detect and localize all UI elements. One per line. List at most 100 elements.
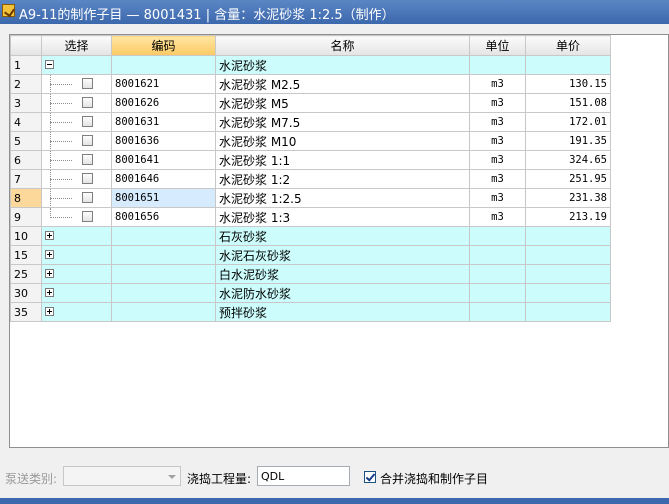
unit-cell[interactable] — [469, 55, 526, 75]
unit-column-header[interactable]: 单位 — [469, 35, 526, 56]
collapse-minus-icon[interactable] — [45, 60, 54, 69]
table-row[interactable]: 9 8001656 水泥砂浆 1:3 m3 213.19 — [10, 207, 611, 227]
price-cell[interactable]: 231.38 — [525, 188, 611, 208]
select-cell — [41, 74, 112, 94]
group-row[interactable]: 15 水泥石灰砂浆 — [10, 245, 611, 265]
name-cell[interactable]: 水泥砂浆 M7.5 — [215, 112, 470, 132]
table-row[interactable]: 3 8001626 水泥砂浆 M5 m3 151.08 — [10, 93, 611, 113]
table-row[interactable]: 5 8001636 水泥砂浆 M10 m3 191.35 — [10, 131, 611, 151]
code-cell[interactable] — [111, 55, 216, 75]
name-cell[interactable]: 水泥砂浆 M10 — [215, 131, 470, 151]
unit-cell[interactable]: m3 — [469, 188, 526, 208]
price-column-header[interactable]: 单价 — [525, 35, 611, 56]
unit-cell[interactable]: m3 — [469, 131, 526, 151]
price-cell[interactable]: 324.65 — [525, 150, 611, 170]
row-select-checkbox[interactable] — [82, 173, 93, 184]
name-cell[interactable]: 预拌砂浆 — [215, 302, 470, 322]
code-cell[interactable]: 8001626 — [111, 93, 216, 113]
unit-cell[interactable]: m3 — [469, 74, 526, 94]
price-cell[interactable] — [525, 55, 611, 75]
group-row[interactable]: 30 水泥防水砂浆 — [10, 283, 611, 303]
code-cell[interactable] — [111, 302, 216, 322]
select-column-header[interactable]: 选择 — [41, 35, 112, 56]
row-select-checkbox[interactable] — [82, 211, 93, 222]
price-cell[interactable]: 172.01 — [525, 112, 611, 132]
price-cell[interactable]: 151.08 — [525, 93, 611, 113]
name-cell[interactable]: 水泥砂浆 M2.5 — [215, 74, 470, 94]
row-select-checkbox[interactable] — [82, 192, 93, 203]
code-cell[interactable]: 8001636 — [111, 131, 216, 151]
price-cell[interactable] — [525, 283, 611, 303]
price-cell[interactable]: 130.15 — [525, 74, 611, 94]
code-cell[interactable]: 8001631 — [111, 112, 216, 132]
pump-type-select[interactable] — [63, 466, 181, 486]
expand-plus-icon[interactable] — [45, 231, 54, 240]
expand-plus-icon[interactable] — [45, 250, 54, 259]
unit-cell[interactable] — [469, 226, 526, 246]
row-select-checkbox[interactable] — [82, 135, 93, 146]
code-cell[interactable]: 8001656 — [111, 207, 216, 227]
unit-cell[interactable]: m3 — [469, 150, 526, 170]
group-row[interactable]: 1 水泥砂浆 — [10, 55, 611, 75]
merge-checkbox-label[interactable]: 合并浇捣和制作子目 — [380, 470, 488, 487]
name-column-header[interactable]: 名称 — [215, 35, 470, 56]
unit-cell[interactable]: m3 — [469, 169, 526, 189]
name-cell[interactable]: 水泥防水砂浆 — [215, 283, 470, 303]
code-cell[interactable]: 8001646 — [111, 169, 216, 189]
name-cell[interactable]: 水泥砂浆 1:3 — [215, 207, 470, 227]
price-cell[interactable]: 251.95 — [525, 169, 611, 189]
unit-cell[interactable] — [469, 283, 526, 303]
unit-cell[interactable]: m3 — [469, 93, 526, 113]
code-cell[interactable] — [111, 245, 216, 265]
name-cell[interactable]: 水泥砂浆 1:2 — [215, 169, 470, 189]
code-cell[interactable]: 8001651 — [111, 188, 216, 208]
chevron-down-icon[interactable] — [168, 475, 176, 479]
name-cell[interactable]: 水泥砂浆 — [215, 55, 470, 75]
name-cell[interactable]: 水泥砂浆 1:2.5 — [215, 188, 470, 208]
price-cell[interactable]: 213.19 — [525, 207, 611, 227]
price-cell[interactable] — [525, 302, 611, 322]
code-column-header[interactable]: 编码 — [111, 35, 216, 56]
name-cell[interactable]: 水泥石灰砂浆 — [215, 245, 470, 265]
table-row[interactable]: 7 8001646 水泥砂浆 1:2 m3 251.95 — [10, 169, 611, 189]
pour-quantity-input[interactable] — [257, 466, 350, 486]
code-cell[interactable] — [111, 226, 216, 246]
group-row[interactable]: 10 石灰砂浆 — [10, 226, 611, 246]
row-select-checkbox[interactable] — [82, 97, 93, 108]
table-row[interactable]: 8 8001651 水泥砂浆 1:2.5 m3 231.38 — [10, 188, 611, 208]
unit-cell[interactable] — [469, 245, 526, 265]
expand-plus-icon[interactable] — [45, 307, 54, 316]
name-cell[interactable]: 水泥砂浆 M5 — [215, 93, 470, 113]
expand-plus-icon[interactable] — [45, 288, 54, 297]
materials-grid[interactable]: 选择 编码 名称 单位 单价 1 水泥砂浆 2 8001621 水泥砂浆 M2.5 m3 1… — [9, 34, 669, 448]
row-select-checkbox[interactable] — [82, 78, 93, 89]
table-row[interactable]: 6 8001641 水泥砂浆 1:1 m3 324.65 — [10, 150, 611, 170]
expand-plus-icon[interactable] — [45, 269, 54, 278]
row-select-checkbox[interactable] — [82, 154, 93, 165]
name-cell[interactable]: 白水泥砂浆 — [215, 264, 470, 284]
merge-checkbox[interactable] — [364, 471, 376, 483]
name-cell[interactable]: 石灰砂浆 — [215, 226, 470, 246]
code-cell[interactable] — [111, 283, 216, 303]
unit-cell[interactable]: m3 — [469, 112, 526, 132]
price-cell[interactable] — [525, 226, 611, 246]
tree-connector — [50, 141, 72, 142]
price-cell[interactable]: 191.35 — [525, 131, 611, 151]
table-row[interactable]: 4 8001631 水泥砂浆 M7.5 m3 172.01 — [10, 112, 611, 132]
unit-cell[interactable] — [469, 264, 526, 284]
corner-header — [10, 35, 42, 56]
table-row[interactable]: 2 8001621 水泥砂浆 M2.5 m3 130.15 — [10, 74, 611, 94]
row-select-checkbox[interactable] — [82, 116, 93, 127]
code-cell[interactable]: 8001621 — [111, 74, 216, 94]
tree-connector — [50, 103, 72, 104]
name-cell[interactable]: 水泥砂浆 1:1 — [215, 150, 470, 170]
price-cell[interactable] — [525, 245, 611, 265]
code-cell[interactable] — [111, 264, 216, 284]
group-row[interactable]: 25 白水泥砂浆 — [10, 264, 611, 284]
code-cell[interactable]: 8001641 — [111, 150, 216, 170]
group-row[interactable]: 35 预拌砂浆 — [10, 302, 611, 322]
unit-cell[interactable] — [469, 302, 526, 322]
price-cell[interactable] — [525, 264, 611, 284]
unit-cell[interactable]: m3 — [469, 207, 526, 227]
select-cell — [41, 283, 112, 303]
